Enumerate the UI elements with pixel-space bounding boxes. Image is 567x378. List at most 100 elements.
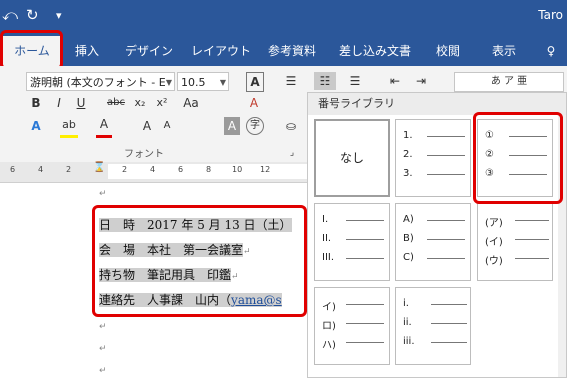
ruler-number: 4 bbox=[38, 165, 44, 174]
numbering-button-icon[interactable]: ☷ bbox=[314, 72, 336, 90]
number-label: ③ bbox=[485, 168, 494, 179]
italic-button[interactable]: I bbox=[51, 94, 67, 112]
decrease-indent-icon[interactable]: ⇤ bbox=[386, 72, 404, 90]
ruler-number: 12 bbox=[260, 165, 271, 174]
number-label: ② bbox=[485, 149, 494, 160]
font-dialog-launcher-icon[interactable]: ⌟ bbox=[286, 144, 298, 162]
tab-references[interactable]: 参考資料 bbox=[264, 36, 320, 66]
ruler-number: 8 bbox=[206, 165, 212, 174]
window-title: Taro bbox=[538, 8, 563, 22]
bold-button[interactable]: B bbox=[28, 94, 44, 112]
ruler-number: 10 bbox=[232, 165, 243, 174]
tab-mailings[interactable]: 差し込み文書 bbox=[334, 36, 416, 66]
font-name-value: 游明朝 (本文のフォント - E bbox=[30, 76, 166, 89]
text-effects-button[interactable]: A bbox=[28, 117, 44, 135]
shrink-font-button[interactable]: A bbox=[160, 117, 174, 135]
numbering-option-circled[interactable]: ① ② ③ bbox=[477, 119, 553, 197]
strikethrough-button[interactable]: abc bbox=[104, 94, 128, 112]
number-label: (イ) bbox=[485, 237, 503, 248]
number-label: I. bbox=[322, 214, 329, 225]
tab-home[interactable]: ホーム bbox=[3, 36, 61, 66]
none-label: なし bbox=[339, 151, 364, 165]
highlight-button[interactable]: ab bbox=[60, 117, 78, 138]
paragraph-mark: ↵ bbox=[99, 344, 107, 354]
font-size-value: 10.5 bbox=[181, 76, 206, 89]
numbering-option-arabic[interactable]: 1. 2. 3. bbox=[395, 119, 471, 197]
font-size-up-button[interactable]: A bbox=[246, 72, 264, 92]
line-value: 筆記用具 印鑑 bbox=[147, 268, 232, 282]
horizontal-ruler: 6 4 2 ⌛ 2 4 6 8 10 12 bbox=[0, 162, 307, 183]
numbering-none-option[interactable]: なし bbox=[314, 119, 390, 197]
numbering-library-header: 番号ライブラリ bbox=[308, 93, 566, 115]
paragraph-mark: ↵ bbox=[99, 322, 107, 332]
change-case-button[interactable]: Aa bbox=[180, 94, 202, 112]
ruler-number: 6 bbox=[10, 165, 16, 174]
number-label: イ) bbox=[322, 302, 336, 313]
font-group-label: フォント bbox=[124, 149, 164, 160]
ruler-number: 2 bbox=[122, 165, 128, 174]
number-label: II. bbox=[322, 233, 332, 244]
superscript-button[interactable]: x² bbox=[153, 94, 171, 112]
numbering-option-alpha[interactable]: A) B) C) bbox=[395, 203, 471, 281]
paragraph-mark: ↵ bbox=[99, 189, 107, 199]
number-label: ハ) bbox=[322, 340, 336, 351]
line-label: 連絡先 bbox=[99, 293, 136, 307]
ruler-number: 2 bbox=[66, 165, 72, 174]
lightbulb-icon[interactable]: ♀ bbox=[540, 36, 562, 66]
tab-view[interactable]: 表示 bbox=[486, 36, 522, 66]
bullets-button-icon[interactable]: ☰ bbox=[282, 72, 300, 90]
paragraph-mark: ↵ bbox=[243, 247, 251, 257]
line-label: 日 時 bbox=[99, 218, 136, 232]
font-color-button[interactable]: A bbox=[96, 117, 112, 138]
enclosed-char-button[interactable]: 字 bbox=[246, 117, 264, 135]
increase-indent-icon[interactable]: ⇥ bbox=[412, 72, 430, 90]
title-bar: ⤺ ↻ ▾ Taro bbox=[0, 0, 567, 36]
customize-qat-icon[interactable]: ▾ bbox=[56, 9, 62, 22]
number-label: iii. bbox=[403, 336, 415, 347]
line-label: 持ち物 bbox=[99, 268, 136, 282]
numbering-option-roman-lower[interactable]: i. ii. iii. bbox=[395, 287, 471, 365]
styles-gallery[interactable]: あ ア 亜 bbox=[454, 72, 564, 92]
paragraph-mark: ↵ bbox=[99, 366, 107, 376]
subscript-button[interactable]: x₂ bbox=[131, 94, 149, 112]
number-label: ① bbox=[485, 130, 494, 141]
underline-button[interactable]: U bbox=[73, 94, 89, 112]
doc-line-belongings[interactable]: 持ち物 筆記用具 印鑑↵ bbox=[99, 265, 239, 285]
char-shading-button[interactable]: A bbox=[224, 117, 240, 135]
numbering-option-roman-upper[interactable]: I. II. III. bbox=[314, 203, 390, 281]
ribbon-tab-bar: ホーム 挿入 デザイン レイアウト 参考資料 差し込み文書 校閲 表示 ♀ bbox=[0, 36, 567, 66]
paint-bucket-icon[interactable]: ⛀ bbox=[282, 117, 300, 135]
line-value: 2017 年 5 月 13 日（土） bbox=[147, 218, 292, 232]
number-label: III. bbox=[322, 252, 335, 263]
line-label: 会 場 bbox=[99, 243, 136, 257]
numbering-option-katakana[interactable]: (ア) (イ) (ウ) bbox=[477, 203, 553, 281]
doc-line-venue[interactable]: 会 場 本社 第一会議室↵ bbox=[99, 240, 251, 260]
doc-line-datetime[interactable]: 日 時 2017 年 5 月 13 日（土） bbox=[99, 215, 292, 235]
font-size-box[interactable]: 10.5 ▼ bbox=[177, 72, 229, 91]
tab-insert[interactable]: 挿入 bbox=[68, 36, 106, 66]
undo-icon[interactable]: ⤺ bbox=[2, 6, 18, 24]
tab-design[interactable]: デザイン bbox=[118, 36, 180, 66]
number-label: (ア) bbox=[485, 218, 503, 229]
number-label: 1. bbox=[403, 130, 413, 141]
dropdown-scrollbar[interactable] bbox=[558, 115, 566, 377]
redo-icon[interactable]: ↻ bbox=[26, 6, 39, 24]
email-link[interactable]: yama@s bbox=[231, 293, 282, 307]
doc-line-contact[interactable]: 連絡先 人事課 山内（yama@s bbox=[99, 290, 282, 310]
number-label: (ウ) bbox=[485, 256, 503, 267]
indent-marker-icon[interactable]: ⌛ bbox=[93, 162, 105, 173]
tab-review[interactable]: 校閲 bbox=[430, 36, 466, 66]
number-label: C) bbox=[403, 252, 414, 263]
number-label: i. bbox=[403, 298, 409, 309]
numbering-option-iroha[interactable]: イ) ロ) ハ) bbox=[314, 287, 390, 365]
multilevel-list-icon[interactable]: ☰ bbox=[344, 72, 366, 90]
chevron-down-icon: ▼ bbox=[165, 78, 172, 87]
font-name-box[interactable]: 游明朝 (本文のフォント - E ▼ bbox=[26, 72, 175, 91]
tab-layout[interactable]: レイアウト bbox=[190, 36, 252, 66]
paragraph-mark: ↵ bbox=[231, 272, 239, 282]
grow-font-button[interactable]: A bbox=[140, 117, 154, 135]
numbering-library-dropdown: 番号ライブラリ なし 1. 2. 3. ① ② ③ I. II. III. A)… bbox=[307, 92, 567, 378]
ruler-number: 6 bbox=[178, 165, 184, 174]
number-label: 3. bbox=[403, 168, 413, 179]
clear-format-button[interactable]: A bbox=[246, 94, 262, 112]
